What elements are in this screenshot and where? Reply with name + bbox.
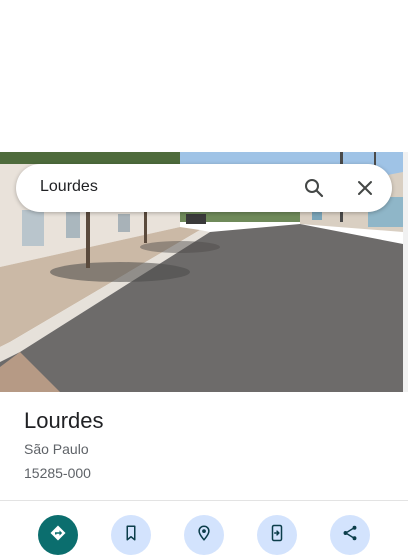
place-postal-code: 15285-000: [24, 465, 91, 481]
send-to-phone-icon: [271, 524, 283, 542]
nearby-icon: [198, 525, 210, 541]
send-to-phone-button[interactable]: [257, 515, 297, 555]
divider: [0, 500, 408, 501]
clear-search-button[interactable]: [353, 176, 377, 200]
share-button[interactable]: [330, 515, 370, 555]
place-region: São Paulo: [24, 441, 89, 457]
nearby-button[interactable]: [184, 515, 224, 555]
directions-icon: [50, 525, 66, 541]
save-button[interactable]: [111, 515, 151, 555]
close-icon: [358, 181, 372, 195]
bookmark-icon: [126, 525, 136, 541]
share-icon: [343, 525, 357, 541]
search-bar[interactable]: Lourdes: [16, 164, 392, 212]
place-title: Lourdes: [24, 408, 104, 433]
top-blank-area: [0, 0, 408, 152]
search-button[interactable]: [302, 176, 326, 200]
search-icon: [305, 179, 324, 198]
photo-edge: [403, 152, 408, 392]
directions-button[interactable]: [38, 515, 78, 555]
search-query[interactable]: Lourdes: [40, 178, 98, 196]
